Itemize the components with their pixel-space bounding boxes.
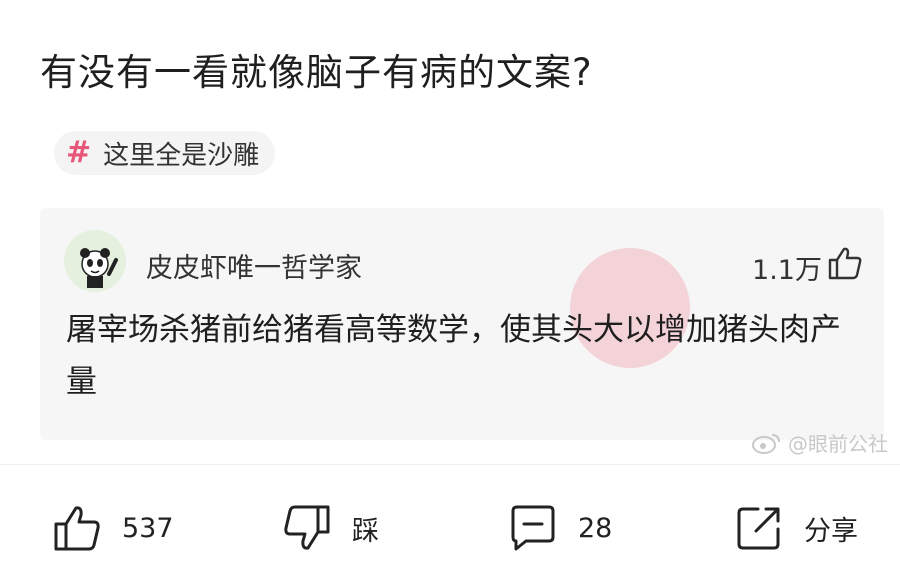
avatar[interactable] [64,230,126,292]
share-label: 分享 [804,515,858,547]
thumbs-up-icon[interactable] [826,244,864,282]
question-title: 有没有一看就像脑子有病的文案? [40,51,593,94]
comment-button[interactable]: 28 [508,500,612,556]
dislike-button[interactable]: 踩 [282,500,379,556]
share-button[interactable]: 分享 [734,500,858,556]
answer-like-count: 1.1万 [752,255,822,286]
divider [0,464,900,465]
like-button[interactable]: 537 [52,500,174,556]
share-icon [737,507,780,550]
thumbs-up-icon [54,506,100,551]
weibo-icon [752,433,780,454]
panda-avatar-icon [64,230,126,292]
comment-count: 28 [578,512,613,544]
weibo-watermark: @眼前公社 [752,428,888,457]
topic-tag[interactable]: # 这里全是沙雕 [54,131,276,175]
hashtag-icon: # [66,135,92,170]
dislike-label: 踩 [352,515,379,547]
watermark-text: @眼前公社 [788,432,888,456]
like-count: 537 [122,512,174,544]
answer-card[interactable]: 皮皮虾唯一哲学家 1.1万 屠宰场杀猪前给猪看高等数学，使其头大以增加猪头肉产量 [40,208,884,440]
answer-text: 屠宰场杀猪前给猪看高等数学，使其头大以增加猪头肉产量 [66,312,841,400]
thumbs-down-icon [284,505,330,550]
comment-icon [511,505,555,551]
answer-author[interactable]: 皮皮虾唯一哲学家 [146,246,362,285]
topic-label: 这里全是沙雕 [103,140,260,171]
